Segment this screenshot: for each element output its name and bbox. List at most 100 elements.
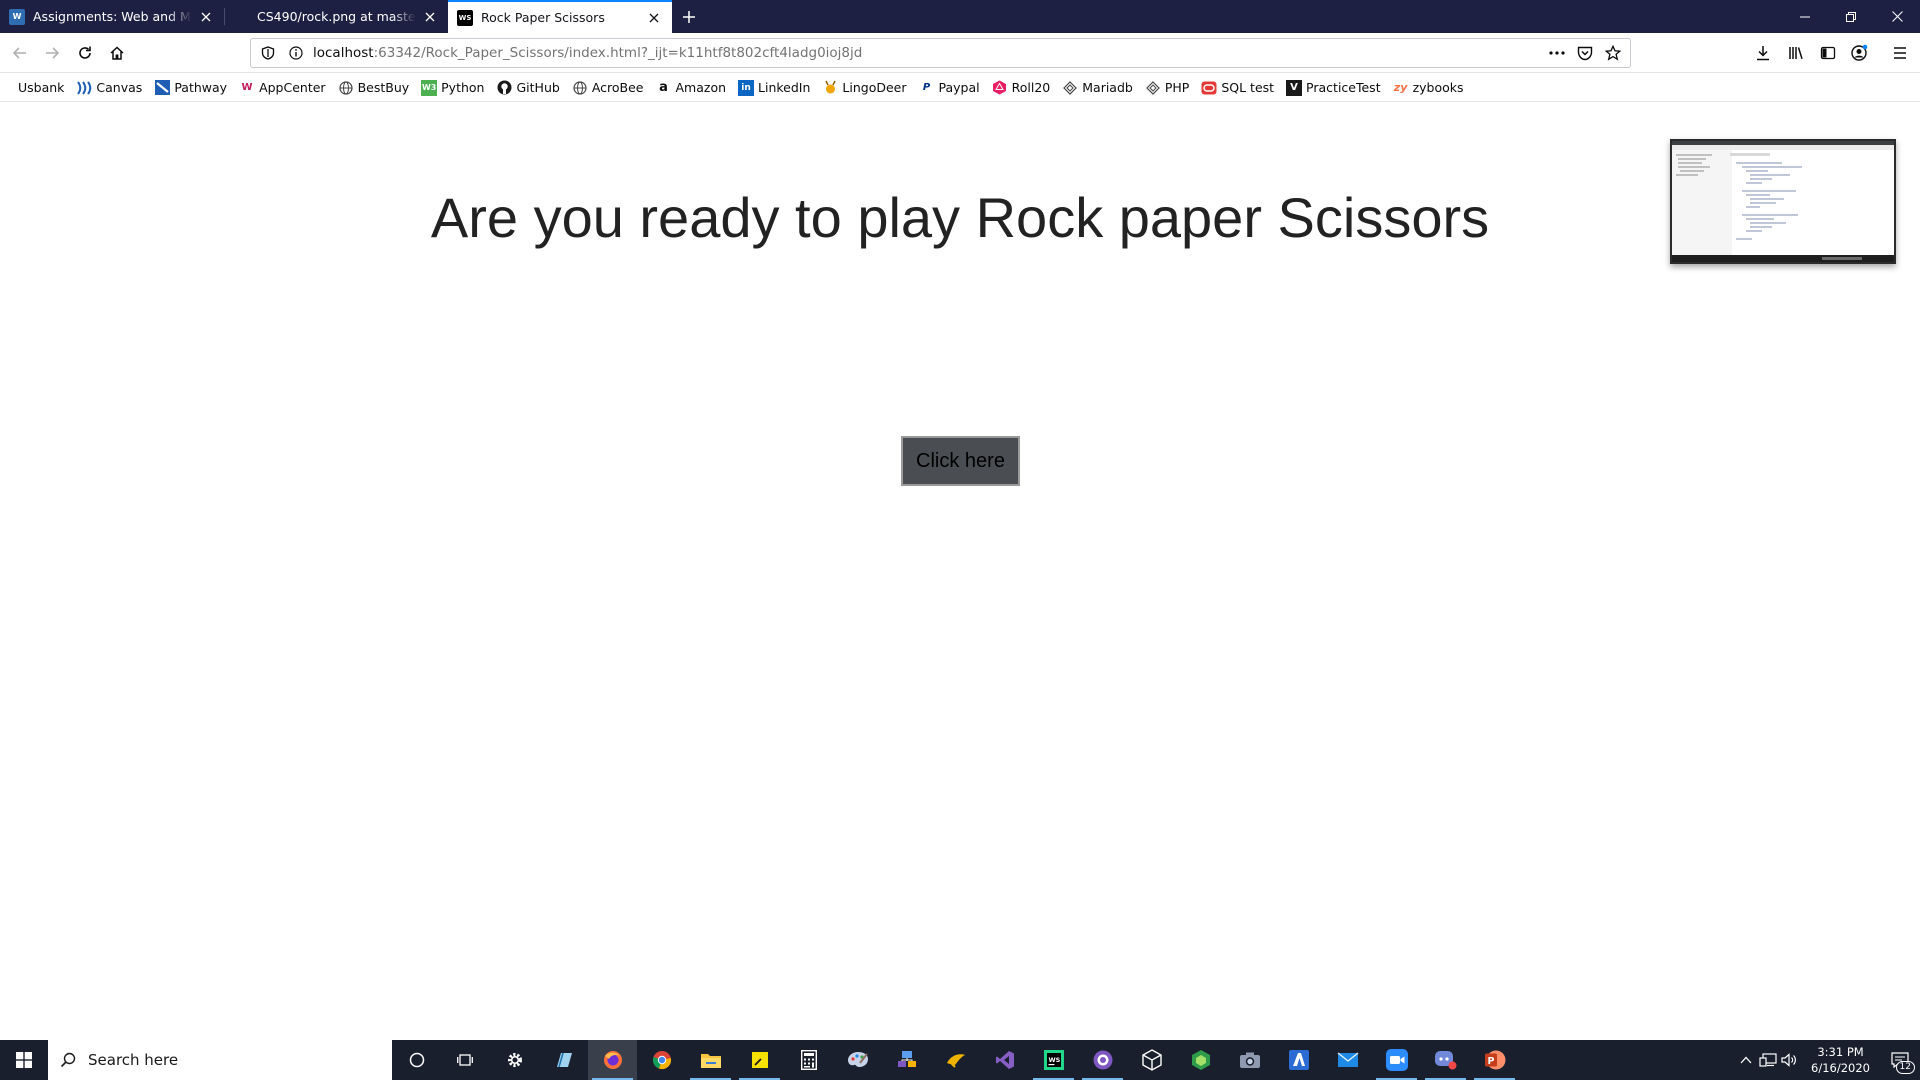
close-icon[interactable] <box>422 9 438 25</box>
sidebar-button[interactable] <box>1815 40 1841 66</box>
tab-github[interactable]: CS490/rock.png at master · tam <box>224 0 448 33</box>
restore-button[interactable] <box>1828 0 1874 33</box>
forward-arrow-icon <box>46 47 60 59</box>
mail-icon <box>1337 1052 1358 1067</box>
practicetest-icon: V <box>1286 79 1303 96</box>
taskbar-3d-viewer[interactable] <box>1127 1040 1176 1080</box>
recording-app-icon <box>1093 1050 1112 1070</box>
bookmark-star-icon[interactable] <box>1604 44 1622 62</box>
tab-assignments[interactable]: W Assignments: Web and Mobile <box>0 0 224 33</box>
reload-button[interactable] <box>72 40 98 66</box>
info-icon[interactable] <box>287 44 305 62</box>
taskbar-azure-app[interactable] <box>1274 1040 1323 1080</box>
taskbar-mail[interactable] <box>1323 1040 1372 1080</box>
bookmark-usbank[interactable]: Usbank <box>12 80 64 95</box>
tracking-shield-icon[interactable] <box>259 44 277 62</box>
taskbar-settings[interactable] <box>490 1040 539 1080</box>
bookmark-python[interactable]: W3 Python <box>421 79 485 96</box>
page-actions-more-icon[interactable] <box>1548 44 1566 62</box>
account-icon <box>1851 44 1868 61</box>
start-button[interactable] <box>0 1040 48 1080</box>
notification-count-badge: 12 <box>1895 1061 1915 1074</box>
plus-icon <box>683 10 695 23</box>
volume-tray-button[interactable] <box>1779 1040 1801 1080</box>
taskbar-powerpoint[interactable]: P <box>1470 1040 1519 1080</box>
menu-button[interactable] <box>1887 40 1913 66</box>
bookmark-linkedin[interactable]: in LinkedIn <box>738 79 810 96</box>
bookmark-canvas[interactable]: Canvas <box>76 80 142 96</box>
minimize-button[interactable] <box>1782 0 1828 33</box>
bookmark-roll20[interactable]: Roll20 <box>992 80 1050 96</box>
screenshot-thumbnail[interactable] <box>1670 139 1896 264</box>
cortana-button[interactable] <box>392 1040 441 1080</box>
taskbar-paint[interactable] <box>833 1040 882 1080</box>
pathway-icon <box>154 80 170 96</box>
taskbar-green-app[interactable] <box>1176 1040 1225 1080</box>
bookmark-practicetest[interactable]: V PracticeTest <box>1286 79 1381 96</box>
library-button[interactable] <box>1783 40 1809 66</box>
taskbar-file-explorer[interactable] <box>686 1040 735 1080</box>
taskbar-visual-studio[interactable] <box>980 1040 1029 1080</box>
bookmark-sql-test[interactable]: SQL test <box>1201 80 1274 96</box>
clock-time: 3:31 PM <box>1817 1045 1864 1059</box>
show-hidden-icons-button[interactable] <box>1735 1040 1757 1080</box>
windows-logo-icon <box>16 1052 32 1068</box>
taskbar-clock[interactable]: 3:31 PM 6/16/2020 <box>1801 1044 1880 1076</box>
bookmark-pathway[interactable]: Pathway <box>154 80 227 96</box>
bookmark-label: Python <box>441 80 485 95</box>
taskbar-sticky-notes[interactable] <box>735 1040 784 1080</box>
bookmark-label: zybooks <box>1412 80 1464 95</box>
taskbar-recording-app[interactable] <box>1078 1040 1127 1080</box>
bookmark-acrobee[interactable]: AcroBee <box>572 80 644 96</box>
taskbar-firefox[interactable] <box>588 1040 637 1080</box>
sqltest-icon <box>1201 80 1217 96</box>
taskbar-network-app[interactable] <box>882 1040 931 1080</box>
taskbar-app-bird[interactable] <box>931 1040 980 1080</box>
hexagon-app-icon <box>1191 1050 1210 1070</box>
back-button[interactable] <box>7 40 33 66</box>
task-view-icon <box>456 1054 473 1066</box>
network-tray-button[interactable] <box>1757 1040 1779 1080</box>
taskbar-chrome[interactable] <box>637 1040 686 1080</box>
cube-icon <box>1141 1049 1162 1071</box>
bookmark-appcenter[interactable]: W AppCenter <box>239 80 326 96</box>
taskbar-calculator[interactable] <box>784 1040 833 1080</box>
close-window-button[interactable] <box>1874 0 1920 33</box>
taskbar-zoom[interactable] <box>1372 1040 1421 1080</box>
action-center-button[interactable]: 12 <box>1880 1040 1920 1080</box>
bookmark-label: LingoDeer <box>842 80 907 95</box>
camera-icon <box>1239 1052 1260 1068</box>
bookmark-lingodeer[interactable]: LingoDeer <box>822 80 907 96</box>
taskbar-notes-app[interactable] <box>539 1040 588 1080</box>
new-tab-button[interactable] <box>672 0 706 33</box>
click-here-button[interactable]: Click here <box>901 436 1020 486</box>
bookmark-php[interactable]: PHP <box>1145 80 1189 96</box>
bookmark-bestbuy[interactable]: BestBuy <box>338 80 409 96</box>
task-view-button[interactable] <box>441 1040 490 1080</box>
calculator-icon <box>800 1050 817 1070</box>
hamburger-menu-icon <box>1894 47 1906 59</box>
taskbar-discord[interactable] <box>1421 1040 1470 1080</box>
bookmark-mariadb[interactable]: Mariadb <box>1062 80 1133 96</box>
forward-button[interactable] <box>39 40 65 66</box>
bookmark-paypal[interactable]: P Paypal <box>919 80 980 96</box>
bookmark-label: GitHub <box>516 80 560 95</box>
bookmark-zybooks[interactable]: zy zybooks <box>1393 80 1464 96</box>
url-bar[interactable]: localhost:63342/Rock_Paper_Scissors/inde… <box>250 38 1631 68</box>
account-button[interactable] <box>1846 40 1872 66</box>
taskbar-webstorm[interactable]: WS <box>1029 1040 1078 1080</box>
bookmark-amazon[interactable]: a Amazon <box>656 80 726 96</box>
close-icon[interactable] <box>198 9 214 25</box>
globe-icon <box>338 80 354 96</box>
bookmark-github[interactable]: GitHub <box>496 80 560 96</box>
taskbar-search-box[interactable]: Search here <box>48 1040 392 1080</box>
tab-rock-paper-scissors[interactable]: WS Rock Paper Scissors <box>448 0 672 33</box>
downloads-button[interactable] <box>1750 40 1776 66</box>
close-icon[interactable] <box>646 10 662 26</box>
speaker-icon <box>1781 1053 1797 1067</box>
taskbar-camera[interactable] <box>1225 1040 1274 1080</box>
pocket-icon[interactable] <box>1576 44 1594 62</box>
restore-icon <box>1846 11 1856 22</box>
bookmark-label: Paypal <box>938 80 980 95</box>
home-button[interactable] <box>104 40 130 66</box>
